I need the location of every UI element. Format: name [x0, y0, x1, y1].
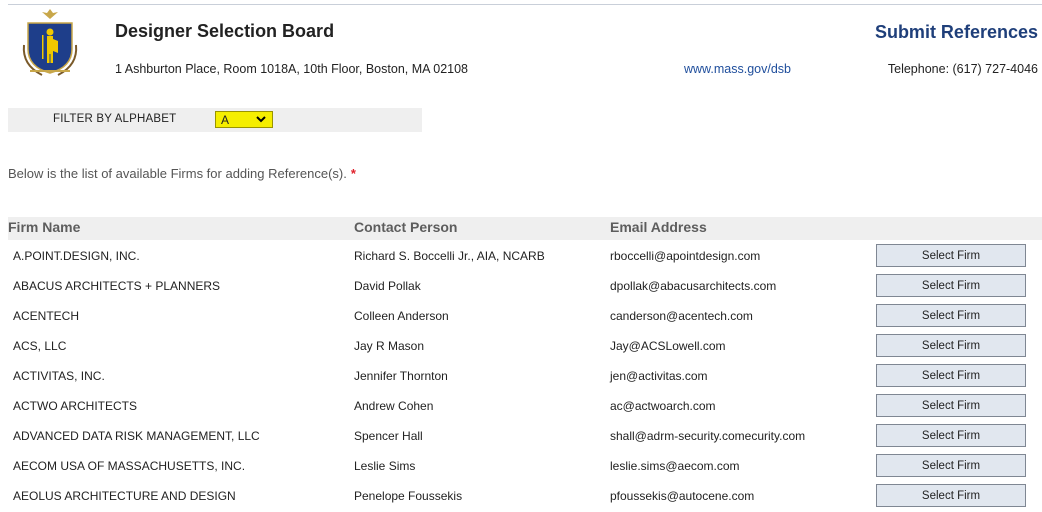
- email-address: Jay@ACSLowell.com: [610, 339, 726, 353]
- table-header: Firm Name Contact Person Email Address: [8, 217, 1042, 240]
- contact-person: Richard S. Boccelli Jr., AIA, NCARB: [354, 249, 545, 263]
- chevron-down-icon: [256, 116, 266, 123]
- filter-bar: FILTER BY ALPHABET A: [8, 108, 422, 132]
- table-row: AECOM USA OF MASSACHUSETTS, INC. Leslie …: [8, 451, 1042, 481]
- address: 1 Ashburton Place, Room 1018A, 10th Floo…: [115, 62, 469, 76]
- table-row: ABACUS ARCHITECTS + PLANNERS David Polla…: [8, 271, 1042, 301]
- header-divider: [8, 4, 1042, 5]
- telephone: Telephone: (617) 727-4046: [887, 62, 1038, 76]
- intro-text: Below is the list of available Firms for…: [8, 166, 356, 181]
- org-title: Designer Selection Board: [115, 21, 335, 41]
- firm-name: ADVANCED DATA RISK MANAGEMENT, LLC: [13, 429, 260, 443]
- contact-person: Colleen Anderson: [354, 309, 449, 323]
- intro-message: Below is the list of available Firms for…: [8, 166, 347, 181]
- email-address: ac@actwoarch.com: [610, 399, 716, 413]
- email-address: jen@activitas.com: [610, 369, 708, 383]
- table-row: ACENTECH Colleen Anderson canderson@acen…: [8, 301, 1042, 331]
- contact-person: Andrew Cohen: [354, 399, 434, 413]
- firm-name: ABACUS ARCHITECTS + PLANNERS: [13, 279, 221, 293]
- table-row: ACS, LLC Jay R Mason Jay@ACSLowell.com S…: [8, 331, 1042, 361]
- select-firm-button[interactable]: Select Firm: [876, 394, 1026, 417]
- select-firm-button[interactable]: Select Firm: [876, 244, 1026, 267]
- firm-name: AECOM USA OF MASSACHUSETTS, INC.: [13, 459, 246, 473]
- email-address: rboccelli@apointdesign.com: [610, 249, 761, 263]
- table-row: ADVANCED DATA RISK MANAGEMENT, LLC Spenc…: [8, 421, 1042, 451]
- firm-name: ACENTECH: [13, 309, 80, 323]
- required-marker: *: [350, 166, 356, 181]
- email-address: dpollak@abacusarchitects.com: [610, 279, 777, 293]
- firm-name: AEOLUS ARCHITECTURE AND DESIGN: [13, 489, 236, 503]
- firm-name: A.POINT.DESIGN, INC.: [13, 249, 140, 263]
- firm-name: ACTWO ARCHITECTS: [13, 399, 138, 413]
- contact-person: Penelope Foussekis: [354, 489, 463, 503]
- website-link[interactable]: www.mass.gov/dsb: [684, 62, 791, 76]
- contact-person: Jay R Mason: [354, 339, 425, 353]
- firm-name: ACS, LLC: [13, 339, 67, 353]
- select-firm-button[interactable]: Select Firm: [876, 364, 1026, 387]
- contact-person: David Pollak: [354, 279, 421, 293]
- email-address: shall@adrm-security.comecurity.com: [610, 429, 806, 443]
- massachusetts-seal-icon: [22, 9, 78, 76]
- select-firm-button[interactable]: Select Firm: [876, 454, 1026, 477]
- page-title: Submit References: [874, 22, 1038, 42]
- table-row: ACTIVITAS, INC. Jennifer Thornton jen@ac…: [8, 361, 1042, 391]
- column-header-firm: Firm Name: [8, 219, 81, 235]
- contact-person: Leslie Sims: [354, 459, 416, 473]
- column-header-email: Email Address: [610, 219, 707, 235]
- email-address: leslie.sims@aecom.com: [610, 459, 740, 473]
- email-address: pfoussekis@autocene.com: [610, 489, 755, 503]
- email-address: canderson@acentech.com: [610, 309, 753, 323]
- select-firm-button[interactable]: Select Firm: [876, 274, 1026, 297]
- contact-person: Spencer Hall: [354, 429, 423, 443]
- select-firm-button[interactable]: Select Firm: [876, 484, 1026, 507]
- alphabet-select-value: A: [221, 113, 230, 127]
- alphabet-select[interactable]: A: [215, 111, 273, 128]
- contact-person: Jennifer Thornton: [354, 369, 448, 383]
- firm-name: ACTIVITAS, INC.: [13, 369, 105, 383]
- select-firm-button[interactable]: Select Firm: [876, 424, 1026, 447]
- table-row: ACTWO ARCHITECTS Andrew Cohen ac@actwoar…: [8, 391, 1042, 421]
- filter-label: FILTER BY ALPHABET: [53, 113, 177, 125]
- table-row: A.POINT.DESIGN, INC. Richard S. Boccelli…: [8, 241, 1042, 271]
- table-row: AEOLUS ARCHITECTURE AND DESIGN Penelope …: [8, 481, 1042, 511]
- select-firm-button[interactable]: Select Firm: [876, 304, 1026, 327]
- select-firm-button[interactable]: Select Firm: [876, 334, 1026, 357]
- column-header-contact: Contact Person: [354, 219, 458, 235]
